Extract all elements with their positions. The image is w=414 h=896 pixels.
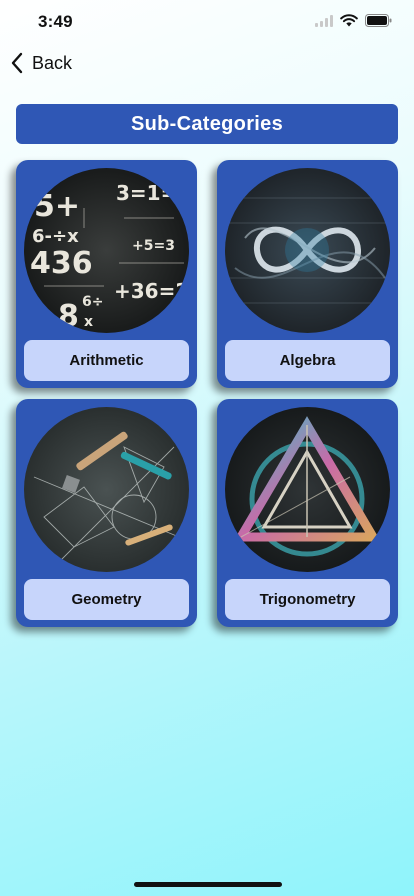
art-text: 3=1=5	[116, 181, 189, 205]
battery-icon	[365, 14, 392, 27]
art-text: x	[84, 314, 93, 330]
art-text: +5=3	[132, 238, 175, 254]
art-text: 6÷	[82, 294, 103, 310]
chevron-left-icon	[11, 52, 23, 74]
algebra-image	[225, 168, 390, 333]
art-text: 5+	[34, 189, 80, 224]
home-indicator	[134, 882, 282, 887]
page-title: Sub-Categories	[16, 104, 398, 144]
category-card-geometry[interactable]: Geometry	[16, 399, 197, 627]
art-text: +36=2	[114, 279, 189, 303]
category-label: Trigonometry	[225, 579, 390, 620]
back-label: Back	[32, 52, 73, 73]
arithmetic-image: 5+ 3=1=5 436 6-÷x +5=3 +36=2 8 6÷ x	[24, 168, 189, 333]
signal-icon	[315, 14, 333, 27]
art-text: 6-÷x	[32, 226, 79, 247]
status-time: 3:49	[38, 12, 73, 31]
category-card-algebra[interactable]: Algebra	[217, 160, 398, 388]
category-card-arithmetic[interactable]: 5+ 3=1=5 436 6-÷x +5=3 +36=2 8 6÷ x Arit…	[16, 160, 197, 388]
category-card-trigonometry[interactable]: Trigonometry	[217, 399, 398, 627]
wifi-icon	[340, 14, 358, 27]
art-text: 8	[58, 299, 79, 333]
status-icons	[315, 14, 392, 27]
category-label: Arithmetic	[24, 340, 189, 381]
geometry-image	[24, 407, 189, 572]
category-label: Geometry	[24, 579, 189, 620]
status-bar: 3:49	[0, 0, 414, 44]
category-label: Algebra	[225, 340, 390, 381]
back-button[interactable]: Back	[10, 52, 72, 74]
art-text: 436	[30, 246, 93, 281]
trigonometry-image	[225, 407, 390, 572]
